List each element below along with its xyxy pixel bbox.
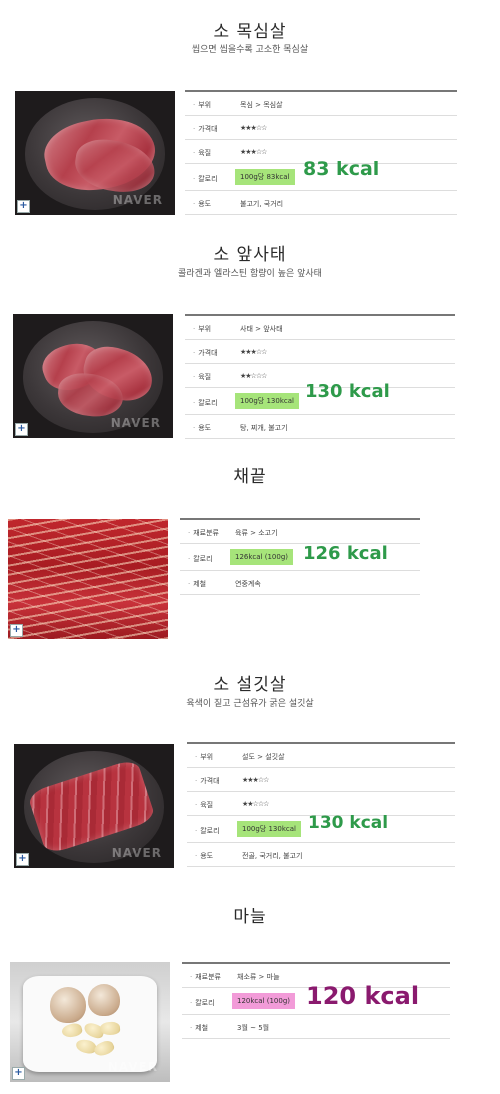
calorie-highlight: 120kcal (100g): [232, 993, 295, 1009]
row-label: 칼로리: [193, 398, 237, 408]
row-label: 가격대: [193, 348, 237, 358]
info-row: 부위설도 > 설깃살: [187, 744, 455, 768]
section-subtitle: 씹으면 씹을수록 고소한 목심살: [191, 45, 309, 55]
expand-icon[interactable]: +: [17, 200, 30, 213]
kcal-callout: 120 kcal: [306, 982, 420, 1010]
row-value: 목심 > 목심살: [240, 101, 283, 109]
row-label: 육질: [195, 800, 239, 810]
row-label: 칼로리: [195, 826, 239, 836]
row-label: 재료분류: [190, 972, 234, 982]
price-stars: ★★★☆☆: [240, 348, 267, 356]
info-row: 부위사태 > 앞사태: [185, 316, 455, 340]
watermark: NAVER: [107, 1060, 158, 1074]
section-title: 소 목심살: [213, 22, 287, 42]
info-row: 용도불고기, 국거리: [185, 191, 457, 215]
expand-icon[interactable]: +: [10, 624, 23, 637]
row-label: 부위: [193, 324, 237, 334]
info-table: 부위목심 > 목심살 가격대★★★☆☆ 육질★★★☆☆ 칼로리100g당 83k…: [185, 90, 457, 215]
row-label: 칼로리: [188, 554, 232, 564]
row-label: 재료분류: [188, 528, 232, 538]
row-label: 칼로리: [193, 174, 237, 184]
expand-icon[interactable]: +: [12, 1067, 25, 1080]
row-label: 육질: [193, 148, 237, 158]
row-label: 부위: [193, 100, 237, 110]
section-subtitle: 육색이 짙고 근섬유가 굵은 설깃살: [186, 699, 314, 709]
meat-photo[interactable]: NAVER +: [15, 91, 175, 215]
section-title: 소 앞사태: [213, 245, 287, 265]
info-row: 가격대★★★☆☆: [185, 116, 457, 140]
info-row: 가격대★★★☆☆: [185, 340, 455, 364]
watermark: NAVER: [111, 846, 162, 860]
row-label: 제철: [188, 579, 232, 589]
expand-icon[interactable]: +: [16, 853, 29, 866]
quality-stars: ★★★☆☆: [240, 148, 267, 156]
info-row: 제철연중계속: [180, 571, 420, 595]
row-label: 용도: [195, 851, 239, 861]
info-row: 가격대★★★☆☆: [187, 768, 455, 792]
info-table: 부위사태 > 앞사태 가격대★★★☆☆ 육질★★☆☆☆ 칼로리100g당 130…: [185, 314, 455, 439]
kcal-callout: 130 kcal: [305, 381, 390, 402]
meat-photo[interactable]: +: [8, 519, 168, 639]
kcal-callout: 83 kcal: [303, 158, 380, 180]
meat-photo[interactable]: NAVER +: [13, 314, 173, 438]
info-row: 재료분류육류 > 소고기: [180, 520, 420, 544]
watermark: NAVER: [112, 193, 163, 207]
info-row: 용도전골, 국거리, 불고기: [187, 843, 455, 867]
row-label: 제철: [190, 1023, 234, 1033]
row-value: 불고기, 국거리: [240, 200, 284, 208]
row-label: 가격대: [195, 776, 239, 786]
row-value: 육류 > 소고기: [235, 529, 278, 537]
row-value: 3월 ~ 5월: [237, 1024, 270, 1032]
row-label: 용도: [193, 423, 237, 433]
row-value: 설도 > 설깃살: [242, 753, 285, 761]
info-row: 제철3월 ~ 5월: [182, 1015, 450, 1039]
garlic-photo[interactable]: NAVER +: [10, 962, 170, 1082]
kcal-callout: 130 kcal: [308, 813, 389, 833]
row-value: 사태 > 앞사태: [240, 325, 283, 333]
row-label: 육질: [193, 372, 237, 382]
info-row: 용도탕, 찌개, 불고기: [185, 415, 455, 439]
calorie-highlight: 100g당 130kcal: [235, 393, 299, 409]
kcal-callout: 126 kcal: [303, 543, 388, 564]
section-subtitle: 콜라겐과 엘라스틴 함량이 높은 앞사태: [178, 269, 322, 279]
row-value: 채소류 > 마늘: [237, 973, 280, 981]
section-title: 채끝: [233, 467, 267, 487]
price-stars: ★★★☆☆: [242, 776, 269, 784]
expand-icon[interactable]: +: [15, 423, 28, 436]
calorie-highlight: 100g당 83kcal: [235, 169, 295, 185]
row-label: 용도: [193, 199, 237, 209]
row-label: 부위: [195, 752, 239, 762]
meat-photo[interactable]: NAVER +: [14, 744, 174, 868]
quality-stars: ★★☆☆☆: [240, 372, 267, 380]
watermark: NAVER: [110, 416, 161, 430]
row-value: 탕, 찌개, 불고기: [240, 424, 288, 432]
price-stars: ★★★☆☆: [240, 124, 267, 132]
row-value: 전골, 국거리, 불고기: [242, 852, 303, 860]
row-value: 연중계속: [235, 580, 261, 588]
row-label: 칼로리: [190, 998, 234, 1008]
calorie-highlight: 126kcal (100g): [230, 549, 293, 565]
info-table: 부위설도 > 설깃살 가격대★★★☆☆ 육질★★☆☆☆ 칼로리100g당 130…: [187, 742, 455, 867]
quality-stars: ★★☆☆☆: [242, 800, 269, 808]
row-label: 가격대: [193, 124, 237, 134]
section-title: 마늘: [233, 907, 267, 927]
section-title: 소 설깃살: [213, 675, 287, 695]
calorie-highlight: 100g당 130kcal: [237, 821, 301, 837]
info-row: 부위목심 > 목심살: [185, 92, 457, 116]
